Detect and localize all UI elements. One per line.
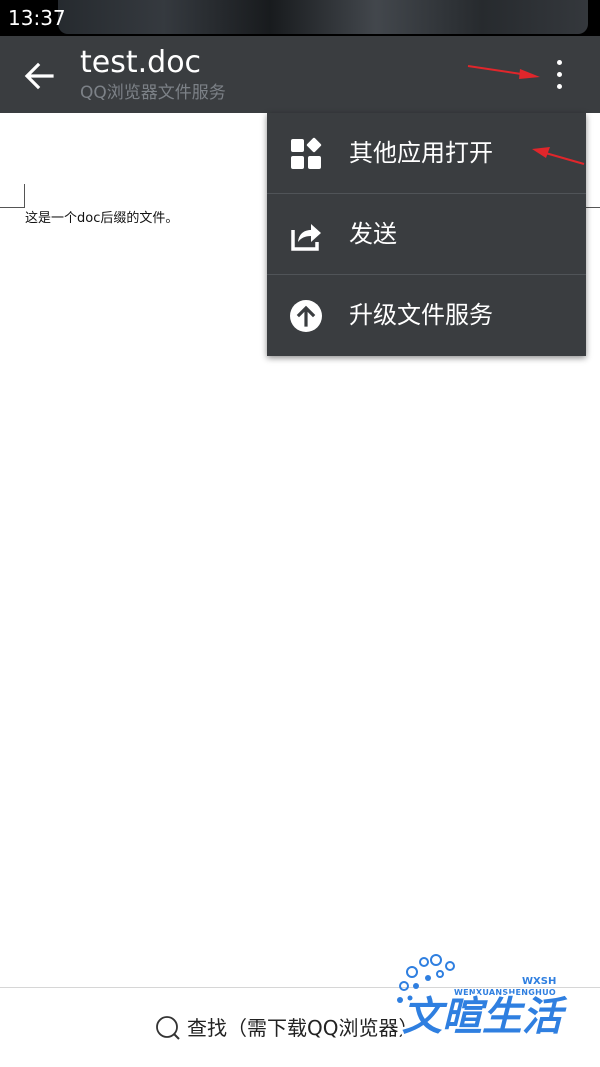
annotation-arrow-icon xyxy=(467,65,540,79)
watermark-title: 文暄生活 xyxy=(402,994,562,1040)
menu-item-label: 其他应用打开 xyxy=(349,139,493,167)
watermark-abbr: WXSH xyxy=(522,976,557,987)
watermark-logo: WXSH WENXUANSHENGHUO 文暄生活 xyxy=(392,952,592,1052)
status-notifications-blurred xyxy=(58,0,588,34)
page-title: test.doc xyxy=(80,45,202,80)
annotation-arrow-icon xyxy=(532,147,585,165)
menu-item-upgrade-file-service[interactable]: 升级文件服务 xyxy=(267,275,586,355)
more-options-button[interactable] xyxy=(542,50,578,98)
page-margin-mark xyxy=(24,184,25,208)
share-icon xyxy=(291,224,321,251)
search-icon xyxy=(156,1016,180,1040)
back-button[interactable] xyxy=(18,54,62,98)
page-subtitle: QQ浏览器文件服务 xyxy=(80,83,226,103)
find-label: 查找（需下载QQ浏览器） xyxy=(187,1016,415,1040)
menu-item-label: 升级文件服务 xyxy=(349,301,493,329)
page-margin-mark xyxy=(586,207,600,208)
menu-item-send[interactable]: 发送 xyxy=(267,194,586,274)
upgrade-arrow-icon xyxy=(290,300,322,332)
page-margin-mark xyxy=(0,207,24,208)
arrow-left-icon xyxy=(24,62,54,90)
apps-grid-icon xyxy=(291,137,322,169)
status-time: 13:37 xyxy=(8,6,66,30)
menu-item-label: 发送 xyxy=(349,220,397,248)
document-text: 这是一个doc后缀的文件。 xyxy=(25,211,179,226)
status-bar: 13:37 xyxy=(0,0,600,36)
find-button[interactable]: 查找（需下载QQ浏览器） xyxy=(155,1010,415,1046)
